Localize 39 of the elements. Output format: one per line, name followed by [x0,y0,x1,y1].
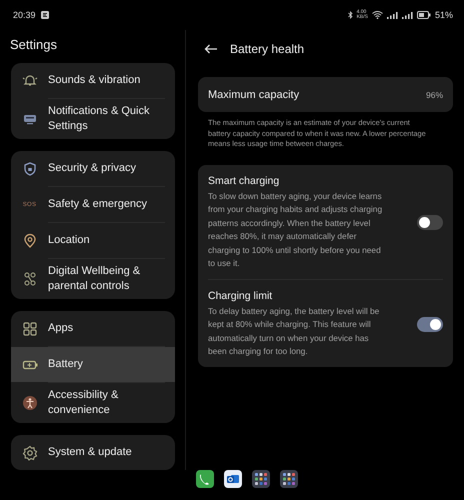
bell-icon [22,72,38,88]
sidebar-item[interactable]: Notifications & Quick Settings [11,99,175,139]
sidebar-item[interactable]: Digital Wellbeing & parental controls [11,259,175,299]
option-description: To slow down battery aging, your device learns from your charging habits and adjusts charging patterns accordingly. When the battery level reaches 80%, it may automatically defer charging to 100% until shortly before you need to use it. [208,190,384,270]
toggle-switch[interactable] [417,215,443,230]
sidebar-title: Settings [9,36,58,54]
sidebar-item[interactable]: System & update [11,435,175,470]
wifi-icon [372,11,383,19]
battery-percentage: 51% [434,10,453,20]
phone-app-icon[interactable] [196,470,214,488]
people-icon [22,271,38,287]
person-icon [22,395,38,411]
capacity-label: Maximum capacity [208,88,300,100]
app-folder-icon[interactable] [280,470,298,488]
back-icon[interactable] [204,44,218,54]
sidebar-item[interactable]: Accessibility & convenience [11,383,175,423]
settings-icon [22,444,38,460]
mail-app-icon[interactable] [224,470,242,488]
status-time: 20:39 [13,10,36,20]
signal-icon [402,11,413,19]
sidebar-item[interactable]: Sounds & vibration [11,63,175,98]
battery-icon [416,11,431,19]
page-title: Battery health [230,42,304,56]
shield-icon [22,160,38,176]
grid-icon [22,320,38,336]
sidebar-item[interactable]: Security & privacy [11,151,175,186]
sidebar-item[interactable]: Battery [11,347,175,382]
signal-icon [386,11,398,19]
toggle-switch[interactable] [417,316,443,332]
notification-icon [40,11,49,19]
location-icon [22,232,38,248]
option-title: Smart charging [208,174,280,186]
sidebar-item[interactable]: Apps [11,311,175,346]
bluetooth-icon [348,11,353,19]
capacity-value: 96% [426,90,443,100]
app-folder-icon[interactable] [252,470,270,488]
sidebar-item[interactable]: Location [11,223,175,258]
option-description: To delay battery aging, the battery level will be kept at 80% while charging. This feature will automatically turn on when your device has been charging for too long. [208,304,380,358]
option-title: Charging limit [208,290,272,302]
